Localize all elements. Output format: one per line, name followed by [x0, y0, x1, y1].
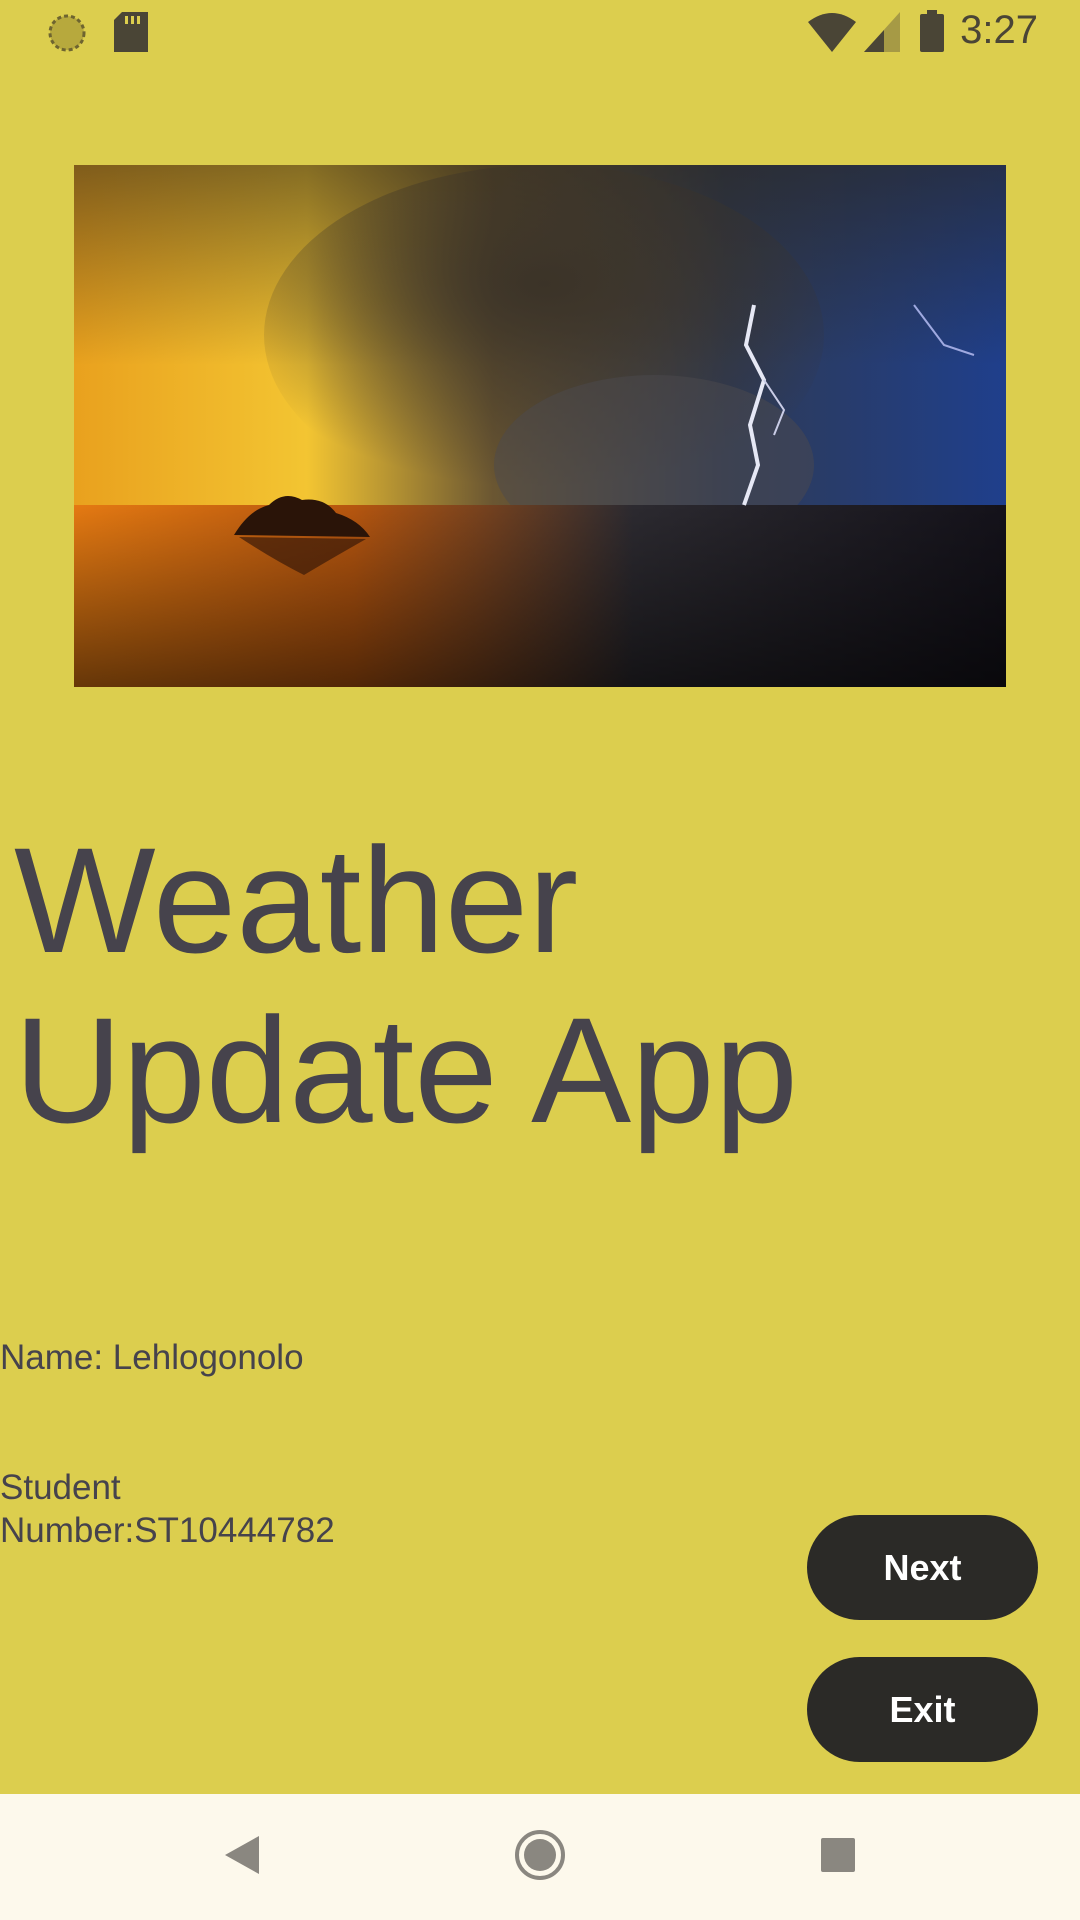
back-button[interactable] — [172, 1794, 312, 1920]
wifi-icon — [808, 12, 856, 57]
storm-landscape-image — [74, 165, 1006, 687]
status-time: 3:27 — [960, 8, 1038, 52]
recents-button[interactable] — [768, 1794, 908, 1920]
sd-card-icon — [114, 12, 148, 57]
home-icon — [514, 1829, 566, 1886]
navigation-bar — [0, 1794, 1080, 1920]
exit-button[interactable]: Exit — [807, 1657, 1038, 1762]
recents-icon — [821, 1837, 855, 1877]
loading-icon — [46, 12, 88, 59]
app-title: Weather Update App — [14, 816, 798, 1154]
battery-icon — [920, 10, 944, 57]
student-number: Student Number:ST10444782 — [0, 1468, 335, 1550]
back-icon — [225, 1835, 259, 1879]
signal-icon — [864, 12, 900, 57]
home-button[interactable] — [470, 1794, 610, 1920]
status-bar: 3:27 — [0, 0, 1080, 64]
next-button[interactable]: Next — [807, 1515, 1038, 1620]
student-name: Name: Lehlogonolo — [0, 1338, 304, 1377]
